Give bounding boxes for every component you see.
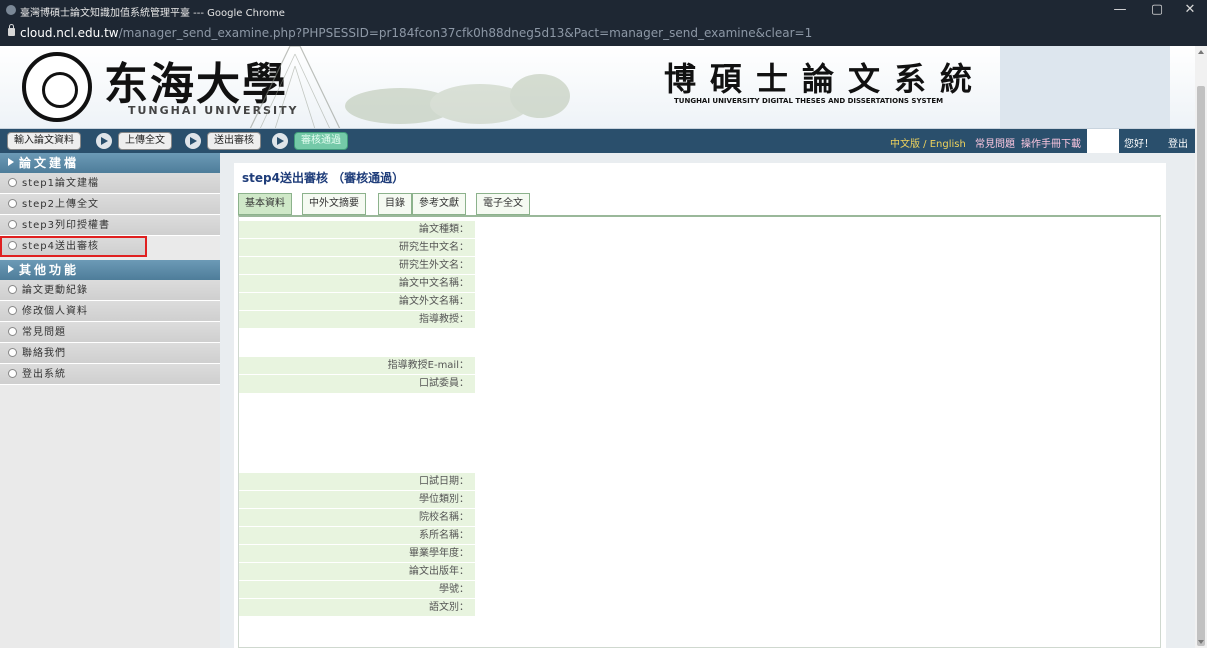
field-language: 語文別： [239,599,475,617]
main-area: step4送出審核 （審核通過） 基本資料 中外文摘要 目錄 參考文獻 電子全文… [220,153,1195,648]
bullet-icon [8,348,17,357]
sidebar-item-history[interactable]: 論文更動紀錄 [0,280,220,301]
sidebar-item-step1[interactable]: step1論文建檔 [0,173,220,194]
field-publish-year: 論文出版年： [239,563,475,581]
system-title-en: TUNGHAI UNIVERSITY DIGITAL THESES AND DI… [674,97,944,105]
tab-basic-info[interactable]: 基本資料 [238,193,292,215]
bullet-icon [8,369,17,378]
field-thesis-cn-title: 論文中文名稱： [239,275,475,293]
tab-references[interactable]: 參考文獻 [412,193,466,215]
field-school-name: 院校名稱： [239,509,475,527]
form-content: 論文種類： 研究生中文名： 研究生外文名： 論文中文名稱： 論文外文名稱： 指導… [238,215,1161,648]
close-button[interactable]: ✕ [1175,1,1205,19]
field-student-en-name: 研究生外文名： [239,257,475,275]
university-seal-icon [22,52,92,122]
sidebar-section-thesis: 論文建檔 [0,153,220,173]
sidebar-item-step2[interactable]: step2上傳全文 [0,194,220,215]
maximize-button[interactable]: ▢ [1142,1,1172,19]
arrow-right-icon [272,133,288,149]
step-navigation: 輸入論文資料 上傳全文 送出審核 審核通過 中文版 / English 常見問題… [0,129,1195,161]
sidebar-item-step4[interactable]: step4送出審核 [0,236,147,257]
page-title: step4送出審核 （審核通過） [242,171,405,185]
field-student-id: 學號： [239,581,475,599]
system-title: 博碩士論文系統 [664,60,987,98]
language-switch-link[interactable]: 中文版 / English [890,135,966,150]
sidebar-item-profile[interactable]: 修改個人資料 [0,301,220,322]
triangle-icon [8,158,14,166]
tab-abstract[interactable]: 中外文摘要 [302,193,366,215]
step-approved-button[interactable]: 審核通過 [294,132,348,150]
logout-link[interactable]: 登出 [1168,135,1188,150]
banner-right-panel [1000,46,1170,128]
triangle-icon [8,265,14,273]
minimize-button[interactable]: — [1105,1,1135,19]
field-advisor-email: 指導教授E-mail： [239,357,475,375]
field-defense-date: 口試日期： [239,473,475,491]
scroll-thumb[interactable] [1197,86,1205,646]
scroll-up-icon[interactable] [1198,50,1204,54]
bullet-icon [8,220,17,229]
sidebar-item-logout[interactable]: 登出系統 [0,364,220,385]
blank-row [239,329,475,357]
arrow-right-icon [185,133,201,149]
step-submit-button[interactable]: 送出審核 [207,132,261,150]
step-upload-button[interactable]: 上傳全文 [118,132,172,150]
sidebar-item-step3[interactable]: step3列印授權書 [0,215,220,236]
address-bar[interactable]: cloud.ncl.edu.tw/manager_send_examine.ph… [0,20,1207,46]
field-degree-type: 學位類別： [239,491,475,509]
bullet-icon [8,241,17,250]
sidebar-item-contact[interactable]: 聯絡我們 [0,343,220,364]
bullet-icon [8,285,17,294]
sidebar-section-other: 其他功能 [0,260,220,280]
field-department: 系所名稱： [239,527,475,545]
sidebar: 論文建檔 step1論文建檔 step2上傳全文 step3列印授權書 step… [0,153,220,648]
manual-download-link[interactable]: 操作手冊下載 [1021,135,1081,150]
tab-toc[interactable]: 目錄 [378,193,412,215]
app-icon [6,5,16,15]
campus-illustration [249,46,570,128]
bullet-icon [8,199,17,208]
window-title: 臺灣博碩士論文知識加值系統管理平臺 --- Google Chrome [20,8,285,19]
site-banner: 东海大學 TUNGHAI UNIVERSITY 博碩士論文系統 TUNGHAI … [0,46,1195,129]
tab-fulltext[interactable]: 電子全文 [476,193,530,215]
page-scrollbar[interactable] [1195,46,1207,648]
browser-titlebar: 臺灣博碩士論文知識加值系統管理平臺 --- Google Chrome — ▢ … [0,0,1207,20]
bullet-icon [8,178,17,187]
step-input-data-button[interactable]: 輸入論文資料 [7,132,81,150]
scroll-down-icon[interactable] [1198,640,1204,644]
faq-link[interactable]: 常見問題 [975,135,1015,150]
blank-row [239,393,475,465]
field-thesis-type: 論文種類： [239,221,475,239]
url-text[interactable]: cloud.ncl.edu.tw/manager_send_examine.ph… [20,26,812,40]
lock-icon [8,24,15,36]
bullet-icon [8,327,17,336]
content-panel: step4送出審核 （審核通過） 基本資料 中外文摘要 目錄 參考文獻 電子全文… [234,163,1166,648]
field-advisor: 指導教授： [239,311,475,329]
arrow-right-icon [96,133,112,149]
sidebar-item-faq[interactable]: 常見問題 [0,322,220,343]
bullet-icon [8,306,17,315]
field-student-cn-name: 研究生中文名： [239,239,475,257]
greeting-text: 您好！ [1124,139,1154,150]
field-thesis-en-title: 論文外文名稱： [239,293,475,311]
field-graduation-year: 畢業學年度： [239,545,475,563]
